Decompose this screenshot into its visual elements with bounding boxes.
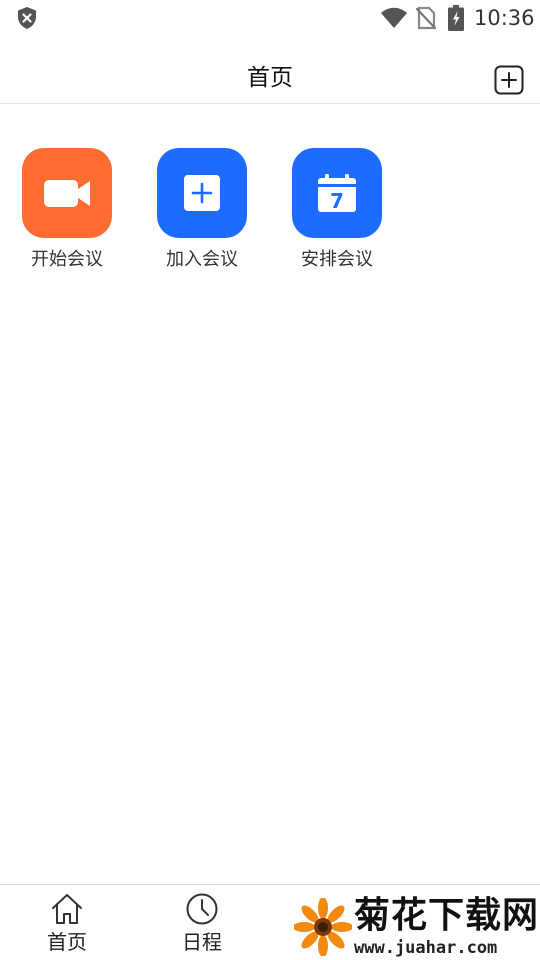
battery-charging-icon [448,5,464,31]
plus-square-icon [184,175,220,211]
clock-icon [186,893,218,925]
tab-schedule-label: 日程 [182,930,222,954]
schedule-meeting-label: 安排会议 [301,249,373,270]
start-meeting-label: 开始会议 [31,249,103,270]
add-square-icon[interactable] [494,65,524,95]
schedule-meeting-button[interactable]: 7 安排会议 [282,148,392,274]
watermark-title: 菊花下载网 [354,895,540,936]
quick-actions: 开始会议 加入会议 7 安排会议 [0,148,540,278]
join-meeting-label: 加入会议 [166,249,238,270]
watermark-url: www.juahar.com [354,938,498,958]
wifi-icon [381,7,407,28]
tab-home-label: 首页 [47,930,87,954]
no-sim-icon [416,6,436,30]
video-camera-icon [44,180,90,207]
start-meeting-tile[interactable] [22,148,112,238]
home-icon [52,894,82,924]
flower-logo-icon [294,898,352,956]
page-title: 首页 [247,65,293,91]
shield-x-icon [18,7,36,29]
site-watermark: 菊花下载网 www.juahar.com [294,894,540,960]
calendar-icon: 7 [318,174,356,213]
tab-home[interactable]: 首页 [12,885,122,960]
schedule-meeting-tile[interactable]: 7 [292,148,382,238]
start-meeting-button[interactable]: 开始会议 [12,148,122,274]
tab-schedule[interactable]: 日程 [147,885,257,960]
status-bar: 10:36 [0,0,540,36]
app-header: 首页 [0,54,540,104]
calendar-day-text: 7 [330,189,344,213]
status-time: 10:36 [474,6,535,30]
join-meeting-button[interactable]: 加入会议 [147,148,257,274]
join-meeting-tile[interactable] [157,148,247,238]
